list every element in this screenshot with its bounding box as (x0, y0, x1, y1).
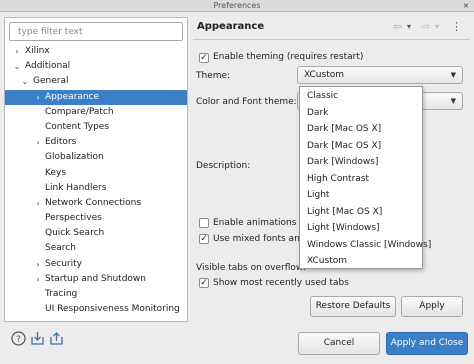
theme-option[interactable]: Classic (300, 88, 422, 105)
dialog-button-bar: ? Cancel Apply and Close (0, 322, 474, 364)
theme-option[interactable]: Light [Windows] (300, 220, 422, 237)
tree-item-label: Quick Search (45, 228, 105, 239)
view-menu-icon[interactable]: ⋮ (451, 20, 462, 33)
filter-field-box (9, 22, 183, 41)
tree-item-content-types[interactable]: Content Types (5, 120, 187, 135)
chevron-right-icon[interactable]: › (33, 90, 43, 105)
theme-option[interactable]: Windows Classic [Windows] (300, 237, 431, 254)
chevron-right-icon[interactable]: › (33, 272, 43, 287)
back-menu-icon[interactable]: ▾ (407, 22, 411, 31)
tree-item-label: Globalization (45, 152, 104, 163)
chevron-down-icon: ▼ (450, 71, 456, 79)
tree-item-label: Appearance (45, 91, 100, 102)
tree-item-link-handlers[interactable]: Link Handlers (5, 181, 187, 196)
chevron-right-icon[interactable]: › (33, 257, 43, 272)
restore-defaults-button[interactable]: Restore Defaults (310, 296, 396, 317)
help-icon[interactable]: ? (11, 331, 26, 346)
tree-item-label: Compare/Patch (45, 106, 114, 117)
tree-item-label: Link Handlers (45, 182, 107, 193)
apply-button[interactable]: Apply (401, 296, 463, 317)
tree-item-general[interactable]: ⌄ General (5, 74, 187, 89)
enable-theming-label: Enable theming (requires restart) (213, 52, 364, 62)
window-title: Preferences (213, 1, 261, 10)
forward-arrow-icon[interactable]: ⇨ (421, 20, 430, 33)
show-mru-tabs-label: Show most recently used tabs (213, 278, 349, 288)
chevron-down-icon[interactable]: ⌄ (12, 59, 22, 74)
mixed-fonts-checkbox[interactable]: ✓ (199, 234, 209, 244)
tree-item-quick-search[interactable]: Quick Search (5, 226, 187, 241)
tree-item-network-connections[interactable]: › Network Connections (5, 196, 187, 211)
page-title: Appearance (197, 21, 265, 32)
theme-option[interactable]: Light (300, 187, 422, 204)
tree-item-label: Xilinx (25, 46, 50, 56)
tree-item-appearance[interactable]: › Appearance (5, 89, 187, 105)
title-bar: Preferences × (0, 0, 474, 12)
close-window-button[interactable]: × (461, 1, 471, 11)
tree-item-label: Startup and Shutdown (45, 273, 146, 284)
preference-tree: › Xilinx ⌄ Additional ⌄ General › Appearance Com… (5, 44, 187, 317)
tree-item-label: Search (45, 243, 76, 254)
theme-option[interactable]: High Contrast (300, 171, 422, 188)
description-label: Description: (196, 161, 251, 171)
forward-menu-icon[interactable]: ▾ (435, 22, 439, 31)
tree-item-label: Content Types (45, 121, 110, 132)
tree-item-label: Perspectives (45, 213, 102, 224)
chevron-right-icon[interactable]: › (33, 135, 43, 150)
chevron-right-icon[interactable]: › (33, 196, 43, 211)
chevron-down-icon: ▼ (450, 97, 456, 105)
tree-item-label: Additional (25, 61, 71, 72)
tree-item-security[interactable]: › Security (5, 257, 187, 272)
tree-item-search[interactable]: Search (5, 241, 187, 256)
enable-animations-label: Enable animations (213, 218, 297, 228)
import-icon[interactable] (30, 331, 45, 346)
show-mru-tabs-checkbox[interactable]: ✓ (199, 278, 209, 288)
apply-and-close-button[interactable]: Apply and Close (386, 332, 468, 355)
cancel-button[interactable]: Cancel (298, 332, 380, 355)
filter-input[interactable] (10, 23, 182, 40)
tree-item-label: Network Connections (45, 197, 142, 208)
tree-item-globalization[interactable]: Globalization (5, 150, 187, 165)
tree-item-editors[interactable]: › Editors (5, 135, 187, 150)
tree-item-label: Security (45, 258, 82, 269)
theme-dropdown-list: Classic Dark Dark [Mac OS X] Dark [Mac OS X… (299, 86, 431, 270)
preference-tree-panel: ›Xilinx⌄Additional⌄General›AppearanceCom… (4, 17, 188, 322)
tree-item-perspectives[interactable]: Perspectives (5, 211, 187, 226)
tree-item-label: Tracing (45, 289, 78, 299)
tree-item-label: Editors (45, 137, 77, 148)
back-arrow-icon[interactable]: ⇦ (393, 20, 402, 33)
enable-animations-checkbox[interactable] (199, 218, 209, 228)
tree-item-compare-patch[interactable]: Compare/Patch (5, 105, 187, 120)
enable-theming-checkbox[interactable]: ✓ (199, 53, 209, 63)
theme-option[interactable]: Dark [Windows] (300, 154, 422, 171)
theme-combo-value: XCustom (304, 70, 344, 80)
tree-item-label: UI Responsiveness Monitoring (45, 304, 180, 315)
tree-item-additional[interactable]: ⌄ Additional (5, 59, 187, 74)
chevron-down-icon[interactable]: ⌄ (20, 74, 30, 89)
preference-page: Appearance ⇦ ▾ ⇨ ▾ ⋮ ✓ Enable theming (r… (193, 17, 470, 322)
visible-tabs-label: Visible tabs on overflow: (196, 263, 306, 273)
theme-option[interactable]: Dark [Mac OS X] (300, 121, 422, 138)
header-separator (193, 39, 470, 40)
tree-item-label: Keys (45, 167, 67, 178)
chevron-right-icon[interactable]: › (12, 44, 22, 59)
tree-item-tracing[interactable]: Tracing (5, 287, 187, 302)
tree-item-label: General (33, 76, 69, 87)
tree-item-keys[interactable]: Keys (5, 166, 187, 181)
theme-option[interactable]: XCustom (300, 253, 422, 270)
theme-option[interactable]: Dark (300, 105, 422, 122)
theme-option[interactable]: Light [Mac OS X] (300, 204, 422, 221)
theme-option[interactable]: Dark [Mac OS X] (300, 138, 422, 155)
color-font-theme-label: Color and Font theme: (196, 97, 297, 107)
tree-item-startup-and-shutdown[interactable]: › Startup and Shutdown (5, 272, 187, 287)
tree-item-xilinx[interactable]: › Xilinx (5, 44, 187, 59)
theme-label: Theme: (196, 71, 231, 81)
export-icon[interactable] (49, 331, 64, 346)
svg-text:?: ? (16, 335, 21, 345)
tree-item-ui-responsiveness-monitoring[interactable]: UI Responsiveness Monitoring (5, 302, 187, 317)
theme-combo[interactable]: XCustom ▼ (297, 66, 463, 84)
